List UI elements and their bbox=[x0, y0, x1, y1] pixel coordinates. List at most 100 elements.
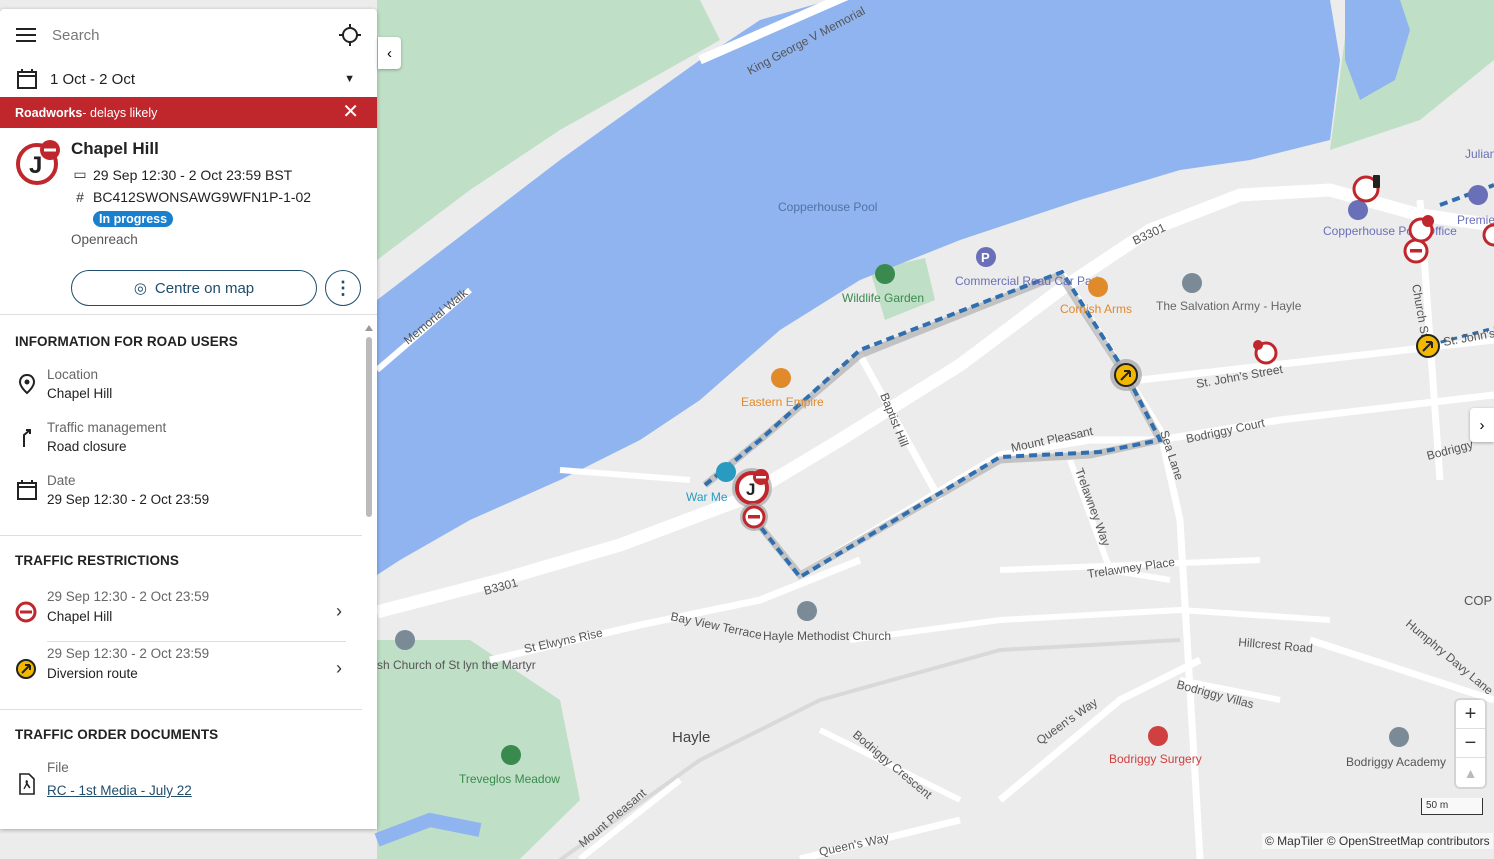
restriction-dates: 29 Sep 12:30 - 2 Oct 23:59 bbox=[47, 589, 210, 604]
status-badge: In progress bbox=[93, 211, 174, 227]
restriction-name: Diversion route bbox=[47, 666, 138, 681]
label-commercial-road: Commercial Road Car Park bbox=[955, 274, 1103, 288]
label-copperhouse-po: Copperhouse Post Office bbox=[1323, 224, 1457, 238]
centre-on-map-label: Centre on map bbox=[154, 279, 255, 297]
road-closure-marker-icon[interactable] bbox=[740, 503, 768, 531]
label-copperhouse-pool: Copperhouse Pool bbox=[778, 200, 877, 214]
category-banner: Roadworks - delays likely ✕ bbox=[0, 97, 377, 128]
tm-label: Traffic management bbox=[47, 420, 167, 435]
side-panel: Search 1 Oct - 2 Oct ▼ Roadworks - delay… bbox=[0, 9, 377, 829]
restriction-dates: 29 Sep 12:30 - 2 Oct 23:59 bbox=[47, 646, 210, 661]
more-options-button[interactable]: ⋮ bbox=[325, 270, 361, 306]
zoom-in-button[interactable]: + bbox=[1456, 700, 1485, 729]
school-icon[interactable] bbox=[1389, 727, 1409, 747]
expand-right-panel-button[interactable]: › bbox=[1470, 408, 1494, 442]
traffic-management-icon bbox=[23, 429, 31, 447]
restriction-item-road-closure[interactable]: 29 Sep 12:30 - 2 Oct 23:59 Chapel Hill › bbox=[15, 589, 346, 645]
label-war-memorial: War Me bbox=[686, 490, 728, 504]
scrollbar[interactable] bbox=[364, 325, 374, 829]
label-premier: Premie bbox=[1457, 213, 1494, 227]
restaurant-icon[interactable] bbox=[771, 368, 791, 388]
diversion-icon bbox=[16, 659, 36, 679]
works-dates: ▭ 29 Sep 12:30 - 2 Oct 23:59 BST bbox=[71, 166, 292, 183]
parking-icon[interactable]: P bbox=[976, 247, 996, 267]
doctor-icon[interactable] bbox=[1148, 726, 1168, 746]
works-marker-icon[interactable]: J bbox=[732, 468, 772, 508]
chevron-right-icon: › bbox=[336, 601, 342, 621]
tm-value: Road closure bbox=[47, 439, 127, 454]
works-dates-text: 29 Sep 12:30 - 2 Oct 23:59 BST bbox=[93, 166, 293, 183]
pub-icon[interactable] bbox=[1088, 277, 1108, 297]
diversion-marker-icon[interactable] bbox=[1416, 334, 1440, 358]
works-reference-text: BC412SWONSAWG9WFN1P-1-02 bbox=[93, 189, 312, 205]
works-marker-icon[interactable] bbox=[1352, 175, 1380, 203]
date-value: 29 Sep 12:30 - 2 Oct 23:59 bbox=[47, 492, 210, 507]
chevron-down-icon[interactable]: ▼ bbox=[344, 73, 355, 85]
restrictions-heading: TRAFFIC RESTRICTIONS bbox=[15, 553, 179, 568]
church-icon[interactable] bbox=[797, 601, 817, 621]
works-promoter: Openreach bbox=[71, 232, 138, 247]
works-marker-icon[interactable] bbox=[1482, 223, 1494, 247]
label-hayle-methodist: Hayle Methodist Church bbox=[763, 629, 891, 643]
chevron-right-icon: › bbox=[336, 658, 342, 678]
zoom-out-button[interactable]: − bbox=[1456, 729, 1485, 758]
calendar-icon: ▭ bbox=[73, 166, 87, 182]
chevron-right-icon: › bbox=[1479, 416, 1485, 434]
svg-text:P: P bbox=[981, 250, 990, 265]
date-label: Date bbox=[47, 473, 76, 488]
works-type-icon: J bbox=[16, 140, 60, 185]
chevron-left-icon: ‹ bbox=[387, 44, 392, 62]
file-label: File bbox=[47, 760, 69, 775]
search-input[interactable]: Search bbox=[52, 27, 339, 44]
compass-icon[interactable]: ▲ bbox=[1456, 758, 1485, 787]
locate-icon[interactable] bbox=[339, 24, 361, 46]
banner-suffix: - delays likely bbox=[82, 105, 158, 120]
label-hayle: Hayle bbox=[672, 729, 710, 746]
memorial-icon[interactable] bbox=[716, 462, 736, 482]
label-salvation-army: The Salvation Army - Hayle bbox=[1156, 299, 1302, 313]
works-title: Chapel Hill bbox=[71, 139, 159, 158]
location-label: Location bbox=[47, 367, 99, 382]
scale-bar: 50 m bbox=[1421, 798, 1483, 815]
divider bbox=[0, 709, 362, 710]
divider bbox=[47, 641, 346, 642]
details-scroll-area[interactable]: INFORMATION FOR ROAD USERS Location Chap… bbox=[0, 315, 362, 829]
document-link[interactable]: RC - 1st Media - July 22 bbox=[47, 783, 192, 798]
road-closure-marker-icon[interactable] bbox=[1403, 238, 1429, 264]
restriction-item-diversion[interactable]: 29 Sep 12:30 - 2 Oct 23:59 Diversion rou… bbox=[15, 646, 346, 702]
label-cornish-arms: Cornish Arms bbox=[1060, 302, 1132, 316]
collapse-panel-button[interactable]: ‹ bbox=[378, 37, 401, 69]
shop-icon[interactable] bbox=[1468, 185, 1488, 205]
road-closure-icon bbox=[15, 601, 37, 623]
banner-category: Roadworks bbox=[15, 105, 83, 120]
menu-icon[interactable] bbox=[16, 27, 38, 43]
zoom-controls: + − ▲ bbox=[1456, 700, 1485, 787]
diversion-marker-icon[interactable] bbox=[1110, 359, 1142, 391]
works-reference: # BC412SWONSAWG9WFN1P-1-02 bbox=[71, 189, 311, 205]
post-office-icon[interactable] bbox=[1348, 200, 1368, 220]
close-icon[interactable]: ✕ bbox=[342, 102, 359, 122]
map-attribution[interactable]: © MapTiler © OpenStreetMap contributors bbox=[1262, 833, 1493, 849]
kebab-icon: ⋮ bbox=[334, 277, 352, 298]
divider bbox=[0, 535, 362, 536]
location-value: Chapel Hill bbox=[47, 386, 113, 401]
documents-heading: TRAFFIC ORDER DOCUMENTS bbox=[15, 727, 219, 742]
date-filter[interactable]: 1 Oct - 2 Oct ▼ bbox=[0, 61, 377, 97]
search-bar[interactable]: Search bbox=[0, 9, 377, 61]
target-icon: ◎ bbox=[133, 280, 147, 297]
place-of-worship-icon[interactable] bbox=[1182, 273, 1202, 293]
centre-on-map-button[interactable]: ◎ Centre on map bbox=[71, 270, 317, 306]
park-icon[interactable] bbox=[501, 745, 521, 765]
location-pin-icon bbox=[18, 373, 36, 395]
date-filter-label: 1 Oct - 2 Oct bbox=[50, 70, 136, 88]
label-julian: Julian Fu bbox=[1465, 147, 1494, 161]
calendar-icon bbox=[17, 480, 37, 500]
label-treveglos: Treveglos Meadow bbox=[459, 772, 560, 786]
label-wildlife-garden: Wildlife Garden bbox=[842, 291, 924, 305]
label-cop: COP bbox=[1464, 593, 1492, 608]
park-icon[interactable] bbox=[875, 264, 895, 284]
label-bodriggy-academy: Bodriggy Academy bbox=[1346, 755, 1446, 769]
restriction-name: Chapel Hill bbox=[47, 609, 113, 624]
hash-icon: # bbox=[76, 189, 84, 205]
church-icon[interactable] bbox=[395, 630, 415, 650]
